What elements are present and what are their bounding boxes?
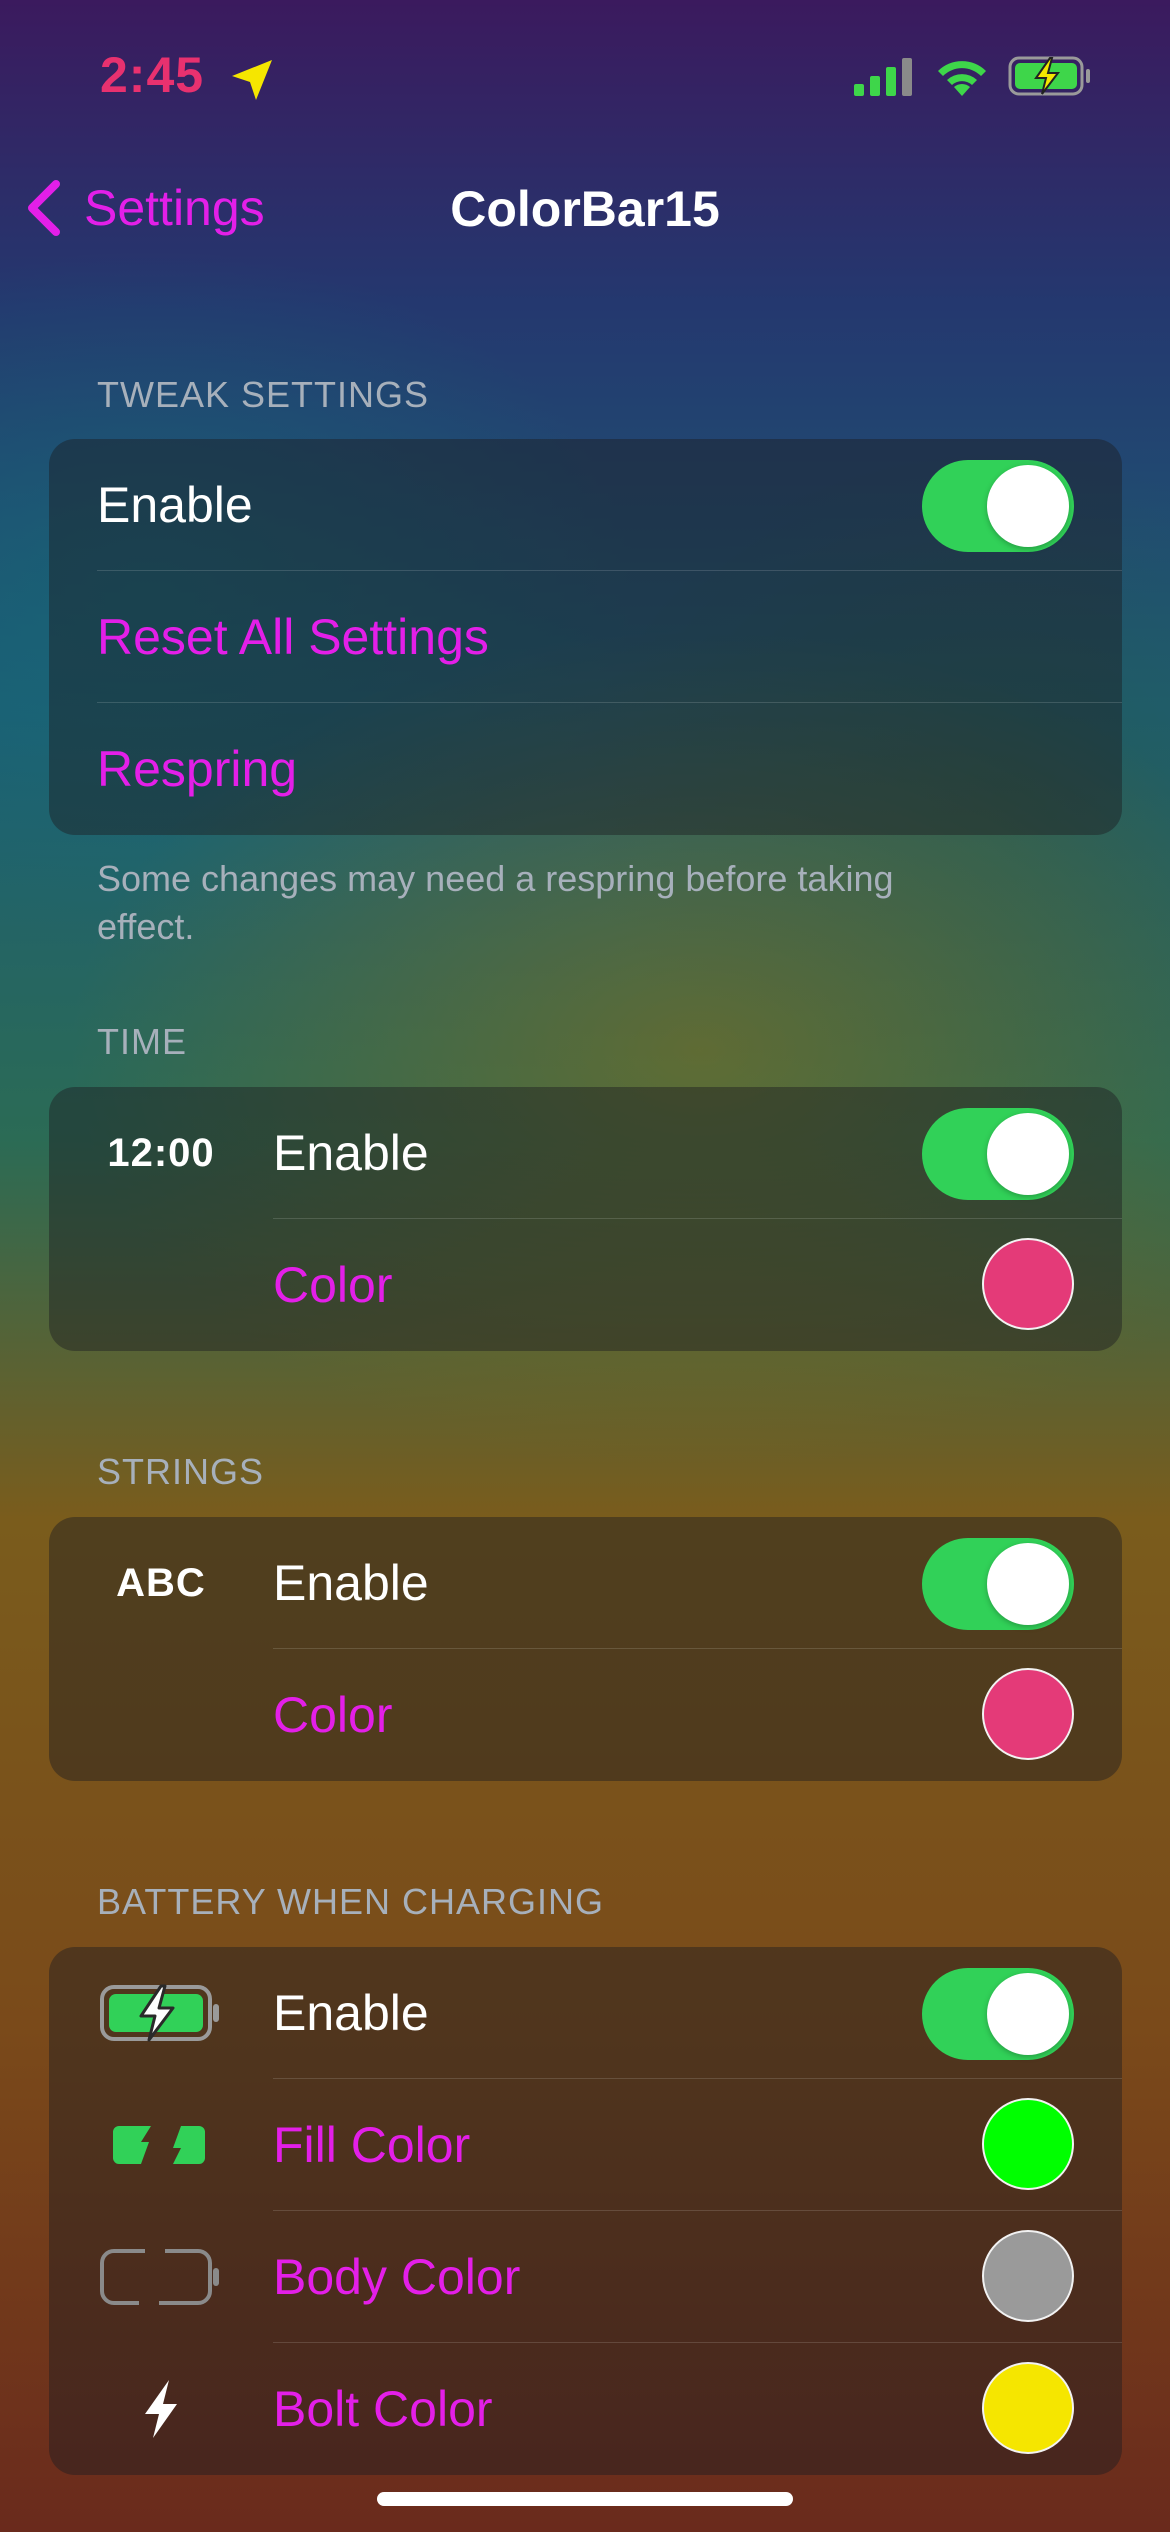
wifi-icon: [938, 61, 986, 96]
battery-body-color-row[interactable]: Body Color: [49, 2211, 1122, 2343]
strings-color-row[interactable]: Color: [49, 1649, 1122, 1781]
battery-fill-color-label: Fill Color: [273, 2117, 471, 2173]
strings-color-swatch[interactable]: [982, 1668, 1074, 1760]
navigation-bar: Settings ColorBar15: [0, 160, 1170, 250]
strings-enable-toggle[interactable]: [922, 1538, 1074, 1630]
time-group: 12:00 Enable Color: [49, 1087, 1122, 1351]
respring-button[interactable]: Respring: [97, 703, 297, 835]
strings-color-label: Color: [273, 1687, 393, 1743]
respring-row[interactable]: Respring: [49, 703, 1122, 835]
battery-fill-row-icon: [49, 2079, 273, 2211]
battery-row-icon: [49, 1947, 273, 2079]
time-color-row[interactable]: Color: [49, 1219, 1122, 1351]
toggle-knob: [987, 1113, 1069, 1195]
tweak-settings-group: Enable Reset All Settings Respring: [49, 439, 1122, 835]
section-header-battery-charging: BATTERY WHEN CHARGING: [97, 1881, 605, 1922]
status-time: 2:45: [100, 47, 205, 103]
battery-enable-toggle[interactable]: [922, 1968, 1074, 2060]
tweak-settings-footer: Some changes may need a respring before …: [97, 858, 894, 947]
lightning-bolt-icon: [145, 2380, 177, 2438]
section-header-strings: STRINGS: [97, 1451, 265, 1492]
reset-all-settings-button[interactable]: Reset All Settings: [97, 571, 489, 703]
tweak-enable-row: Enable: [49, 439, 1122, 571]
battery-bolt-color-label: Bolt Color: [273, 2381, 493, 2437]
bolt-row-icon: [49, 2343, 273, 2475]
strings-group: ABC Enable Color: [49, 1517, 1122, 1781]
battery-charging-icon: [100, 1984, 219, 2042]
battery-bolt-color-row[interactable]: Bolt Color: [49, 2343, 1122, 2475]
battery-fill-color-swatch[interactable]: [982, 2098, 1074, 2190]
reset-all-settings-row[interactable]: Reset All Settings: [49, 571, 1122, 703]
battery-enable-label: Enable: [273, 1985, 429, 2041]
toggle-knob: [987, 1973, 1069, 2055]
battery-body-icon: [100, 2249, 219, 2305]
battery-enable-row: Enable: [49, 1947, 1122, 2079]
strings-enable-row: ABC Enable: [49, 1517, 1122, 1649]
clock-text-icon: 12:00: [49, 1087, 273, 1219]
time-color-label: Color: [273, 1257, 393, 1313]
location-arrow-icon: [232, 60, 272, 100]
page-title: ColorBar15: [450, 181, 720, 237]
abc-text-icon: ABC: [49, 1517, 273, 1649]
toggle-knob: [987, 1543, 1069, 1625]
battery-bolt-color-swatch[interactable]: [982, 2362, 1074, 2454]
strings-enable-label: Enable: [273, 1555, 429, 1611]
time-color-swatch[interactable]: [982, 1238, 1074, 1330]
battery-fill-icon: [113, 2126, 205, 2164]
battery-body-color-label: Body Color: [273, 2249, 521, 2305]
home-indicator[interactable]: [377, 2492, 793, 2506]
section-header-tweak-settings: TWEAK SETTINGS: [97, 374, 430, 415]
time-enable-row: 12:00 Enable: [49, 1087, 1122, 1219]
cellular-signal-icon: [854, 58, 912, 96]
battery-body-row-icon: [49, 2211, 273, 2343]
battery-body-color-swatch[interactable]: [982, 2230, 1074, 2322]
tweak-enable-label: Enable: [97, 477, 253, 533]
time-enable-label: Enable: [273, 1125, 429, 1181]
strings-icon-text: ABC: [116, 1560, 206, 1605]
battery-charging-group: Enable Fill Color Body Color Bolt Color: [49, 1947, 1122, 2475]
time-enable-toggle[interactable]: [922, 1108, 1074, 1200]
toggle-knob: [987, 465, 1069, 547]
battery-fill-color-row[interactable]: Fill Color: [49, 2079, 1122, 2211]
time-icon-text: 12:00: [107, 1130, 215, 1175]
status-bar: 2:45: [0, 0, 1170, 150]
battery-charging-icon: [1008, 56, 1090, 96]
section-header-time: TIME: [97, 1021, 187, 1062]
tweak-enable-toggle[interactable]: [922, 460, 1074, 552]
